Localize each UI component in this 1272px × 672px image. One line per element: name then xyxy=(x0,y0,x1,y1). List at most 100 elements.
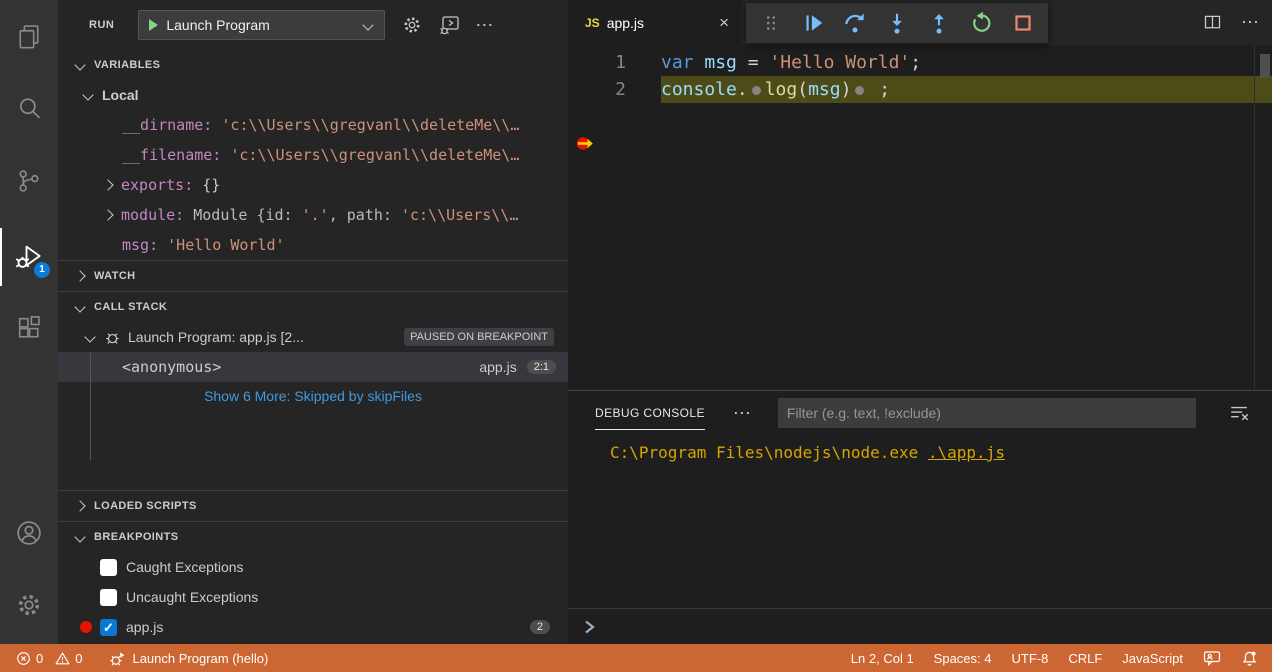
stack-frame-row-selected[interactable]: <anonymous> app.js 2:1 xyxy=(58,352,568,382)
active-debug-session[interactable]: Launch Program (hello) xyxy=(109,650,268,667)
chevron-right-icon xyxy=(102,179,113,190)
section-title: VARIABLES xyxy=(94,59,160,71)
indentation[interactable]: Spaces: 4 xyxy=(934,651,992,666)
vscode-window: 1 RUN Launch Program xyxy=(0,0,1272,672)
launch-config-dropdown[interactable]: Launch Program xyxy=(138,10,385,40)
chevron-down-icon xyxy=(363,19,374,30)
show-more-link[interactable]: Show 6 More: Skipped by skipFiles xyxy=(58,382,568,410)
variable-row-msg[interactable]: msg: 'Hello World' xyxy=(58,230,568,260)
problems-errors[interactable]: 0 xyxy=(16,651,43,666)
paused-badge: PAUSED ON BREAKPOINT xyxy=(404,328,554,346)
code-line-1: 1var msg = 'Hello World'; xyxy=(569,49,1272,76)
stop-icon[interactable] xyxy=(1008,8,1038,38)
end-of-line[interactable]: CRLF xyxy=(1068,651,1102,666)
breakpoint-row-uncaught[interactable]: Uncaught Exceptions xyxy=(58,582,568,612)
start-debug-icon[interactable] xyxy=(149,19,158,31)
split-editor-icon[interactable] xyxy=(1202,12,1223,33)
extensions-icon[interactable] xyxy=(0,300,58,356)
source-control-icon[interactable] xyxy=(0,153,58,209)
continue-icon[interactable] xyxy=(798,8,828,38)
debug-console-toggle-icon[interactable] xyxy=(437,13,461,37)
variable-value: 'Hello World' xyxy=(167,236,284,254)
line-number: 1 xyxy=(569,49,626,76)
console-input-row[interactable] xyxy=(568,608,1272,644)
tab-label: app.js xyxy=(607,15,644,31)
run-and-debug-icon[interactable]: 1 xyxy=(0,228,58,284)
search-icon[interactable] xyxy=(0,80,58,136)
variable-name: exports: xyxy=(121,176,202,194)
variable-row[interactable]: __filename: 'c:\\Users\\gregvanl\\delete… xyxy=(58,140,568,170)
console-file-link[interactable]: .\app.js xyxy=(928,443,1005,462)
scope-label: Local xyxy=(102,87,139,103)
breakpoint-label: Caught Exceptions xyxy=(126,559,244,575)
variables-section-header[interactable]: VARIABLES xyxy=(58,50,568,80)
configure-gear-icon[interactable] xyxy=(401,14,423,36)
editor-area: JS app.js × ⋯ xyxy=(568,0,1272,390)
chevron-down-icon xyxy=(74,301,85,312)
sidebar-empty-space xyxy=(58,410,568,490)
notifications-bell-icon[interactable] xyxy=(1241,650,1258,667)
more-actions-icon[interactable]: ⋯ xyxy=(475,15,494,36)
frame-position-badge: 2:1 xyxy=(527,360,556,374)
inline-breakpoint-dot[interactable] xyxy=(855,86,864,95)
variable-row-exports[interactable]: exports: {} xyxy=(58,170,568,200)
step-into-icon[interactable] xyxy=(882,8,912,38)
checkbox-checked[interactable]: ✓ xyxy=(100,619,117,636)
sidebar-title: RUN xyxy=(89,19,114,31)
warning-icon xyxy=(55,651,70,666)
section-title: LOADED SCRIPTS xyxy=(94,500,197,512)
breakpoint-label: app.js xyxy=(126,619,163,635)
run-toolbar: RUN Launch Program ⋯ xyxy=(58,0,568,50)
step-out-icon[interactable] xyxy=(924,8,954,38)
tab-appjs[interactable]: JS app.js × xyxy=(569,0,741,45)
scope-local-row[interactable]: Local xyxy=(58,80,568,110)
account-icon[interactable] xyxy=(0,505,58,561)
bug-icon xyxy=(104,329,121,346)
status-bar: 0 0 Launch Program (hello) Ln 2, Col 1 xyxy=(0,644,1272,672)
step-over-icon[interactable] xyxy=(840,8,870,38)
breakpoints-section-header[interactable]: BREAKPOINTS xyxy=(58,521,568,552)
call-stack-section-header[interactable]: CALL STACK xyxy=(58,291,568,322)
settings-gear-icon[interactable] xyxy=(0,577,58,633)
watch-section-header[interactable]: WATCH xyxy=(58,260,568,291)
breakpoint-row-caught[interactable]: Caught Exceptions xyxy=(58,552,568,582)
variable-name: __filename: xyxy=(122,146,230,164)
explorer-icon[interactable] xyxy=(0,8,58,64)
section-title: CALL STACK xyxy=(94,301,167,313)
close-icon[interactable]: × xyxy=(719,13,729,33)
editor-scrollbar-thumb[interactable] xyxy=(1260,54,1270,78)
inline-breakpoint-dot[interactable] xyxy=(752,86,761,95)
console-prompt-chevron-icon xyxy=(583,619,597,635)
checkbox-unchecked[interactable] xyxy=(100,559,117,576)
code-line-2-current: 2console.log(msg) ; xyxy=(569,76,1272,103)
variable-row[interactable]: __dirname: 'c:\\Users\\gregvanl\\deleteM… xyxy=(58,110,568,140)
checkbox-unchecked[interactable] xyxy=(100,589,117,606)
paused-breakpoint-icon[interactable] xyxy=(575,81,683,206)
tab-debug-console[interactable]: DEBUG CONSOLE xyxy=(595,406,705,430)
panel-header: DEBUG CONSOLE ⋯ xyxy=(568,391,1272,435)
breakpoint-row-appjs[interactable]: ✓ app.js 2 xyxy=(58,612,568,642)
editor-more-actions-icon[interactable]: ⋯ xyxy=(1241,12,1260,33)
variable-value: {} xyxy=(202,176,220,194)
language-mode[interactable]: JavaScript xyxy=(1122,651,1183,666)
debug-session-row[interactable]: Launch Program: app.js [2... PAUSED ON B… xyxy=(58,322,568,352)
variable-row-module[interactable]: module: Module {id: '.', path: 'c:\\User… xyxy=(58,200,568,230)
code-area[interactable]: 1var msg = 'Hello World'; 2console.log(m… xyxy=(569,45,1272,390)
file-encoding[interactable]: UTF-8 xyxy=(1012,651,1049,666)
console-filter-input[interactable] xyxy=(778,398,1196,428)
run-debug-sidebar: RUN Launch Program ⋯ xyxy=(58,0,568,644)
debug-session-icon xyxy=(109,650,126,667)
debug-badge: 1 xyxy=(34,262,50,278)
chevron-right-icon xyxy=(74,500,85,511)
editor-scrollbar-gutter xyxy=(1254,45,1255,390)
toolbar-drag-grip[interactable] xyxy=(756,8,786,38)
panel-more-actions-icon[interactable]: ⋯ xyxy=(733,403,752,424)
loaded-scripts-section-header[interactable]: LOADED SCRIPTS xyxy=(58,490,568,521)
cursor-position[interactable]: Ln 2, Col 1 xyxy=(851,651,914,666)
feedback-icon[interactable] xyxy=(1203,650,1221,666)
restart-icon[interactable] xyxy=(966,8,996,38)
section-title: BREAKPOINTS xyxy=(94,531,178,543)
variable-value: 'c:\\Users\\gregvanl\\deleteMe\\… xyxy=(221,116,519,134)
clear-console-icon[interactable] xyxy=(1228,402,1250,424)
problems-warnings[interactable]: 0 xyxy=(55,651,82,666)
